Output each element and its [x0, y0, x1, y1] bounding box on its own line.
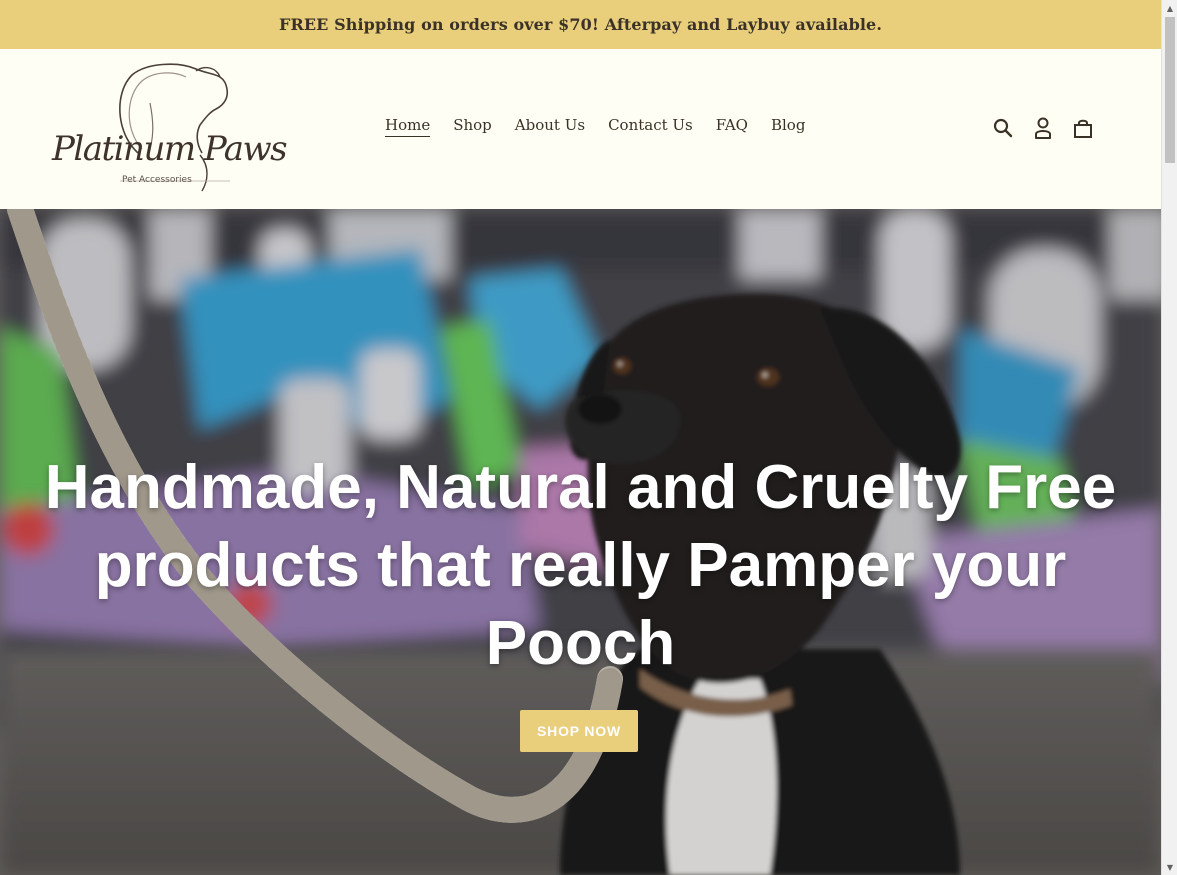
nav-item-contact-us[interactable]: Contact Us [608, 116, 693, 137]
hero-banner: Handmade, Natural and Cruelty Free produ… [0, 209, 1161, 875]
page: FREE Shipping on orders over $70! Afterp… [0, 0, 1161, 875]
hero-title: Handmade, Natural and Cruelty Free produ… [44, 453, 1117, 678]
brand-logo[interactable]: Platinum Paws Pet Accessories [50, 63, 288, 195]
shop-now-button[interactable]: SHOP NOW [520, 710, 638, 752]
search-icon[interactable] [992, 117, 1014, 139]
cart-icon[interactable] [1072, 117, 1094, 139]
nav-item-blog[interactable]: Blog [771, 116, 805, 137]
page-scrollbar[interactable]: ▲ ▼ [1161, 0, 1177, 875]
scrollbar-thumb[interactable] [1165, 17, 1175, 163]
nav-item-about-us[interactable]: About Us [515, 116, 585, 137]
nav-item-shop[interactable]: Shop [453, 116, 492, 137]
nav-item-home[interactable]: Home [385, 116, 431, 137]
site-header: Platinum Paws Pet Accessories Home Shop … [0, 49, 1161, 209]
announcement-text: FREE Shipping on orders over $70! Afterp… [279, 15, 882, 34]
brand-tagline: Pet Accessories [122, 175, 192, 185]
scroll-down-arrow-icon[interactable]: ▼ [1162, 859, 1177, 875]
account-icon[interactable] [1032, 117, 1054, 139]
scroll-up-arrow-icon[interactable]: ▲ [1162, 0, 1177, 16]
main-nav: Home Shop About Us Contact Us FAQ Blog [385, 116, 828, 137]
nav-item-faq[interactable]: FAQ [716, 116, 748, 137]
brand-wordmark: Platinum Paws [52, 129, 288, 169]
header-actions [992, 117, 1094, 139]
announcement-bar: FREE Shipping on orders over $70! Afterp… [0, 0, 1161, 49]
